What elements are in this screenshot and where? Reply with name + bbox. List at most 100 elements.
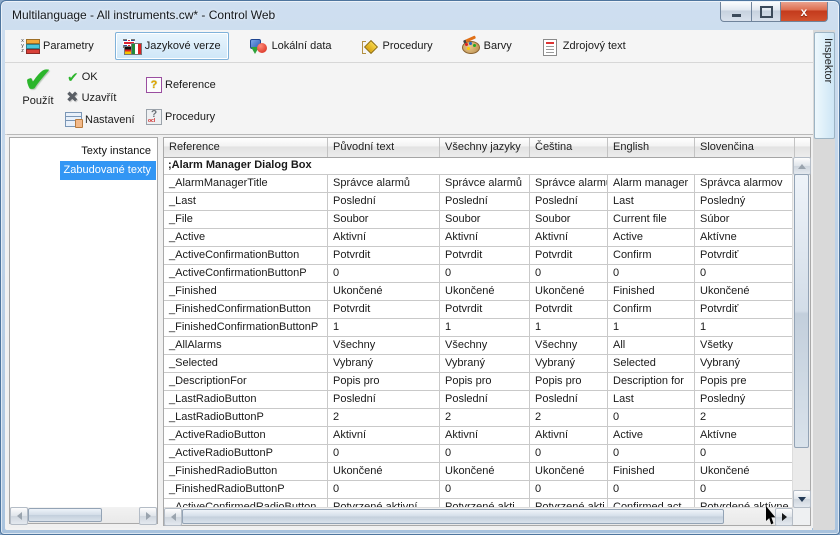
translation-cell[interactable]: All <box>608 337 695 355</box>
translation-cell[interactable]: 0 <box>530 265 608 283</box>
translation-cell[interactable]: Všechny <box>530 337 608 355</box>
translation-cell[interactable]: Popis pro <box>530 373 608 391</box>
translation-cell[interactable]: Potvrdit <box>440 301 530 319</box>
translation-cell[interactable]: 2 <box>440 409 530 427</box>
translation-cell[interactable]: 0 <box>328 265 440 283</box>
translation-cell[interactable]: 0 <box>695 445 793 463</box>
translation-cell[interactable]: Confirm <box>608 247 695 265</box>
translation-cell[interactable]: Popis pre <box>695 373 793 391</box>
translation-cell[interactable]: Aktivní <box>440 427 530 445</box>
translation-cell[interactable]: 1 <box>328 319 440 337</box>
translation-cell[interactable]: Description for <box>608 373 695 391</box>
translation-cell[interactable]: Popis pro <box>328 373 440 391</box>
reference-cell[interactable]: _ActiveConfirmationButton <box>164 247 328 265</box>
translation-cell[interactable]: Vybraný <box>328 355 440 373</box>
translation-cell[interactable]: 0 <box>530 481 608 499</box>
translation-cell[interactable]: Soubor <box>440 211 530 229</box>
translation-cell[interactable]: Potvrdit <box>328 247 440 265</box>
translation-cell[interactable]: Posledný <box>695 391 793 409</box>
minimize-button[interactable] <box>720 2 752 22</box>
translation-cell[interactable]: Ukončené <box>695 283 793 301</box>
column-header[interactable]: Slovenčina <box>695 138 795 157</box>
translation-cell[interactable]: Current file <box>608 211 695 229</box>
column-header[interactable]: English <box>608 138 695 157</box>
close-button[interactable]: x <box>780 2 828 22</box>
translation-cell[interactable]: Správce alarmů <box>440 175 530 193</box>
translation-cell[interactable]: Soubor <box>530 211 608 229</box>
column-header[interactable]: Všechny jazyky <box>440 138 530 157</box>
reference-cell[interactable]: _File <box>164 211 328 229</box>
table-hscrollbar[interactable] <box>164 507 793 525</box>
translation-cell[interactable]: Selected <box>608 355 695 373</box>
translation-cell[interactable]: Potvrdiť <box>695 301 793 319</box>
reference-cell[interactable]: _FinishedRadioButton <box>164 463 328 481</box>
translation-cell[interactable]: Ukončené <box>440 283 530 301</box>
translation-cell[interactable]: 0 <box>328 445 440 463</box>
tab-parametry[interactable]: xyz Parametry <box>13 32 102 60</box>
translation-cell[interactable]: Alarm manager <box>608 175 695 193</box>
sidebar-item-zabudovane-texty[interactable]: Zabudované texty <box>60 161 156 180</box>
translation-cell[interactable]: 0 <box>608 265 695 283</box>
reference-cell[interactable]: _ActiveRadioButton <box>164 427 328 445</box>
translation-cell[interactable]: Správce alarmů <box>530 175 608 193</box>
reference-cell[interactable]: _DescriptionFor <box>164 373 328 391</box>
translation-cell[interactable]: Potvrdit <box>328 301 440 319</box>
translation-cell[interactable]: Aktivní <box>530 229 608 247</box>
translation-cell[interactable]: Ukončené <box>530 463 608 481</box>
tab-zdrojovy-text[interactable]: Zdrojový text <box>533 32 634 60</box>
translation-cell[interactable]: Vybraný <box>695 355 793 373</box>
translation-cell[interactable]: Posledný <box>695 193 793 211</box>
translation-cell[interactable]: Aktívne <box>695 427 793 445</box>
translation-cell[interactable]: Active <box>608 229 695 247</box>
reference-cell[interactable]: _Active <box>164 229 328 247</box>
translation-cell[interactable]: Potvrdit <box>530 247 608 265</box>
column-header[interactable]: Čeština <box>530 138 608 157</box>
tab-lokalni-data[interactable]: Lokální data <box>242 32 340 60</box>
scroll-left-button[interactable] <box>164 508 182 526</box>
translation-cell[interactable]: Active <box>608 427 695 445</box>
translation-cell[interactable]: Správca alarmov <box>695 175 793 193</box>
translation-cell[interactable]: 0 <box>608 445 695 463</box>
reference-cell[interactable]: _Finished <box>164 283 328 301</box>
translation-cell[interactable]: 0 <box>440 445 530 463</box>
translation-cell[interactable]: 2 <box>530 409 608 427</box>
table-vscroll-thumb[interactable] <box>794 174 809 448</box>
translation-cell[interactable]: Všechny <box>328 337 440 355</box>
reference-button[interactable]: ? Reference <box>146 77 216 93</box>
apply-button[interactable]: ✔ Použít <box>15 65 61 107</box>
procedures-button[interactable]: ?ocl Procedury <box>146 109 215 125</box>
translation-cell[interactable]: Ukončené <box>530 283 608 301</box>
translation-cell[interactable]: Vybraný <box>440 355 530 373</box>
scroll-up-button[interactable] <box>793 157 811 175</box>
translation-cell[interactable]: Všechny <box>440 337 530 355</box>
translation-cell[interactable]: 0 <box>440 265 530 283</box>
translation-cell[interactable]: 0 <box>695 481 793 499</box>
tab-procedury[interactable]: Procedury <box>353 32 441 60</box>
translation-cell[interactable]: Správce alarmů <box>328 175 440 193</box>
translation-cell[interactable]: Všetky <box>695 337 793 355</box>
translation-cell[interactable]: Poslední <box>440 391 530 409</box>
tab-jazykove-verze[interactable]: Jazykové verze <box>115 32 229 60</box>
reference-cell[interactable]: _ActiveConfirmationButtonP <box>164 265 328 283</box>
sidebar-hscrollbar[interactable] <box>10 507 157 523</box>
translation-cell[interactable]: 1 <box>530 319 608 337</box>
close-dialog-button[interactable]: ✖ Uzavřít <box>66 91 116 105</box>
scroll-right-button[interactable] <box>775 508 793 526</box>
translation-cell[interactable]: Poslední <box>440 193 530 211</box>
reference-cell[interactable]: _LastRadioButton <box>164 391 328 409</box>
reference-cell[interactable]: _FinishedConfirmationButton <box>164 301 328 319</box>
translation-cell[interactable]: Poslední <box>328 193 440 211</box>
translation-cell[interactable]: 1 <box>608 319 695 337</box>
column-header[interactable]: Původní text <box>328 138 440 157</box>
table-group-header[interactable]: ;Alarm Manager Dialog Box <box>164 157 793 175</box>
table-vscrollbar[interactable] <box>792 157 810 508</box>
translation-cell[interactable]: Ukončené <box>328 463 440 481</box>
reference-cell[interactable]: _Selected <box>164 355 328 373</box>
translation-cell[interactable]: 0 <box>608 409 695 427</box>
ok-button[interactable]: ✔ OK <box>67 70 98 84</box>
translation-cell[interactable]: Ukončené <box>695 463 793 481</box>
translation-cell[interactable]: 0 <box>530 445 608 463</box>
translation-cell[interactable]: Aktivní <box>530 427 608 445</box>
translation-cell[interactable]: Ukončené <box>328 283 440 301</box>
reference-cell[interactable]: _Last <box>164 193 328 211</box>
